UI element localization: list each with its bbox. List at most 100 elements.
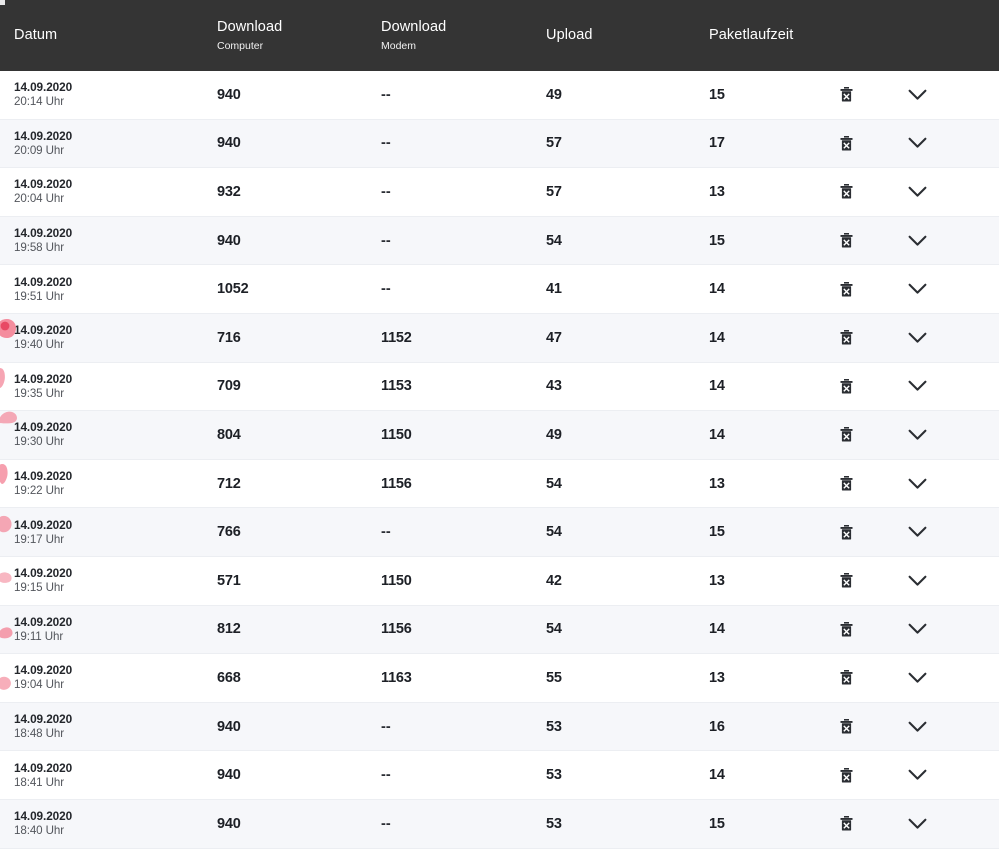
trash-icon[interactable] bbox=[834, 569, 858, 593]
cell-upload: 54 bbox=[546, 475, 562, 492]
row-date: 14.09.2020 bbox=[14, 274, 73, 289]
trash-icon[interactable] bbox=[834, 763, 858, 787]
cell-expand[interactable] bbox=[897, 168, 937, 216]
cell-delete[interactable] bbox=[826, 751, 866, 799]
row-date: 14.09.2020 bbox=[14, 566, 73, 581]
trash-icon[interactable] bbox=[834, 374, 858, 398]
cell-expand[interactable] bbox=[897, 654, 937, 702]
cell-expand[interactable] bbox=[897, 265, 937, 313]
table-row[interactable]: 14.09.2020 19:30 Uhr 804 1150 49 14 bbox=[0, 411, 999, 460]
cell-expand[interactable] bbox=[897, 217, 937, 265]
column-header-datum[interactable]: Datum bbox=[14, 0, 57, 71]
trash-icon[interactable] bbox=[834, 326, 858, 350]
cell-delete[interactable] bbox=[826, 411, 866, 459]
chevron-down-icon[interactable] bbox=[905, 472, 929, 496]
chevron-down-icon[interactable] bbox=[905, 229, 929, 253]
table-row[interactable]: 14.09.2020 19:35 Uhr 709 1153 43 14 bbox=[0, 362, 999, 412]
cell-datum: 14.09.2020 20:04 Uhr bbox=[14, 168, 72, 216]
table-row[interactable]: 14.09.2020 19:40 Uhr 716 1152 47 14 bbox=[0, 313, 999, 363]
trash-icon[interactable] bbox=[834, 229, 858, 253]
cell-delete[interactable] bbox=[826, 654, 866, 702]
cell-expand[interactable] bbox=[897, 71, 937, 119]
chevron-down-icon[interactable] bbox=[905, 423, 929, 447]
chevron-down-icon[interactable] bbox=[905, 520, 929, 544]
cell-expand[interactable] bbox=[897, 703, 937, 751]
table-row[interactable]: 14.09.2020 20:09 Uhr 940 -- 57 17 bbox=[0, 119, 999, 169]
cell-delete[interactable] bbox=[826, 71, 866, 119]
cell-expand[interactable] bbox=[897, 606, 937, 654]
chevron-down-icon[interactable] bbox=[905, 812, 929, 836]
table-row[interactable]: 14.09.2020 18:41 Uhr 940 -- 53 14 bbox=[0, 751, 999, 800]
chevron-down-icon[interactable] bbox=[905, 131, 929, 155]
cell-delete[interactable] bbox=[826, 460, 866, 508]
table-row[interactable]: 14.09.2020 19:17 Uhr 766 -- 54 15 bbox=[0, 508, 999, 557]
cell-delete[interactable] bbox=[826, 557, 866, 605]
cell-expand[interactable] bbox=[897, 314, 937, 362]
cell-expand[interactable] bbox=[897, 411, 937, 459]
trash-icon[interactable] bbox=[834, 83, 858, 107]
chevron-down-icon[interactable] bbox=[905, 715, 929, 739]
row-date: 14.09.2020 bbox=[14, 80, 73, 95]
chevron-down-icon[interactable] bbox=[905, 666, 929, 690]
cell-expand[interactable] bbox=[897, 800, 937, 848]
cell-delete[interactable] bbox=[826, 363, 866, 411]
column-header-dl_computer[interactable]: Download Computer bbox=[217, 0, 282, 71]
trash-icon[interactable] bbox=[834, 472, 858, 496]
cell-delete[interactable] bbox=[826, 120, 866, 168]
cell-expand[interactable] bbox=[897, 120, 937, 168]
cell-delete[interactable] bbox=[826, 508, 866, 556]
chevron-down-icon[interactable] bbox=[905, 374, 929, 398]
table-row[interactable]: 14.09.2020 20:04 Uhr 932 -- 57 13 bbox=[0, 168, 999, 217]
cell-dl_modem: -- bbox=[381, 86, 391, 103]
chevron-down-icon[interactable] bbox=[905, 763, 929, 787]
chevron-down-icon[interactable] bbox=[905, 617, 929, 641]
trash-icon[interactable] bbox=[834, 666, 858, 690]
cell-delete[interactable] bbox=[826, 314, 866, 362]
cell-upload: 57 bbox=[546, 183, 562, 200]
column-header-upload[interactable]: Upload bbox=[546, 0, 593, 71]
trash-icon[interactable] bbox=[834, 180, 858, 204]
cell-expand[interactable] bbox=[897, 557, 937, 605]
trash-icon[interactable] bbox=[834, 812, 858, 836]
cell-upload: 53 bbox=[546, 767, 562, 784]
table-row[interactable]: 14.09.2020 19:11 Uhr 812 1156 54 14 bbox=[0, 605, 999, 655]
cell-laufzeit: 14 bbox=[709, 378, 725, 395]
table-row[interactable]: 14.09.2020 19:58 Uhr 940 -- 54 15 bbox=[0, 216, 999, 266]
table-row[interactable]: 14.09.2020 19:04 Uhr 668 1163 55 13 bbox=[0, 654, 999, 703]
cell-delete[interactable] bbox=[826, 800, 866, 848]
cell-expand[interactable] bbox=[897, 363, 937, 411]
column-header-laufzeit[interactable]: Paketlaufzeit bbox=[709, 0, 793, 71]
table-row[interactable]: 14.09.2020 18:48 Uhr 940 -- 53 16 bbox=[0, 702, 999, 752]
table-row[interactable]: 14.09.2020 19:15 Uhr 571 1150 42 13 bbox=[0, 556, 999, 606]
cell-expand[interactable] bbox=[897, 460, 937, 508]
chevron-down-icon[interactable] bbox=[905, 569, 929, 593]
row-date: 14.09.2020 bbox=[14, 177, 73, 192]
trash-icon[interactable] bbox=[834, 520, 858, 544]
cell-expand[interactable] bbox=[897, 751, 937, 799]
chevron-down-icon[interactable] bbox=[905, 277, 929, 301]
cell-delete[interactable] bbox=[826, 265, 866, 313]
trash-icon[interactable] bbox=[834, 277, 858, 301]
trash-icon[interactable] bbox=[834, 423, 858, 447]
chevron-down-icon[interactable] bbox=[905, 83, 929, 107]
table-header-row: Datum Download Computer Download Modem Upload… bbox=[0, 0, 999, 71]
cell-datum: 14.09.2020 19:40 Uhr bbox=[14, 314, 72, 362]
cell-delete[interactable] bbox=[826, 703, 866, 751]
trash-icon[interactable] bbox=[834, 617, 858, 641]
cell-expand[interactable] bbox=[897, 508, 937, 556]
table-row[interactable]: 14.09.2020 18:40 Uhr 940 -- 53 15 bbox=[0, 799, 999, 849]
trash-icon[interactable] bbox=[834, 715, 858, 739]
table-row[interactable]: 14.09.2020 19:22 Uhr 712 1156 54 13 bbox=[0, 459, 999, 509]
cell-laufzeit: 14 bbox=[709, 426, 725, 443]
cell-delete[interactable] bbox=[826, 606, 866, 654]
column-header-dl_modem[interactable]: Download Modem bbox=[381, 0, 446, 71]
cell-delete[interactable] bbox=[826, 168, 866, 216]
trash-icon[interactable] bbox=[834, 131, 858, 155]
chevron-down-icon[interactable] bbox=[905, 180, 929, 204]
chevron-down-icon[interactable] bbox=[905, 326, 929, 350]
cell-delete[interactable] bbox=[826, 217, 866, 265]
table-row[interactable]: 14.09.2020 20:14 Uhr 940 -- 49 15 bbox=[0, 71, 999, 120]
table-row[interactable]: 14.09.2020 19:51 Uhr 1052 -- 41 14 bbox=[0, 265, 999, 314]
cell-datum: 14.09.2020 18:40 Uhr bbox=[14, 800, 72, 848]
cell-dl_modem: 1150 bbox=[381, 426, 412, 443]
